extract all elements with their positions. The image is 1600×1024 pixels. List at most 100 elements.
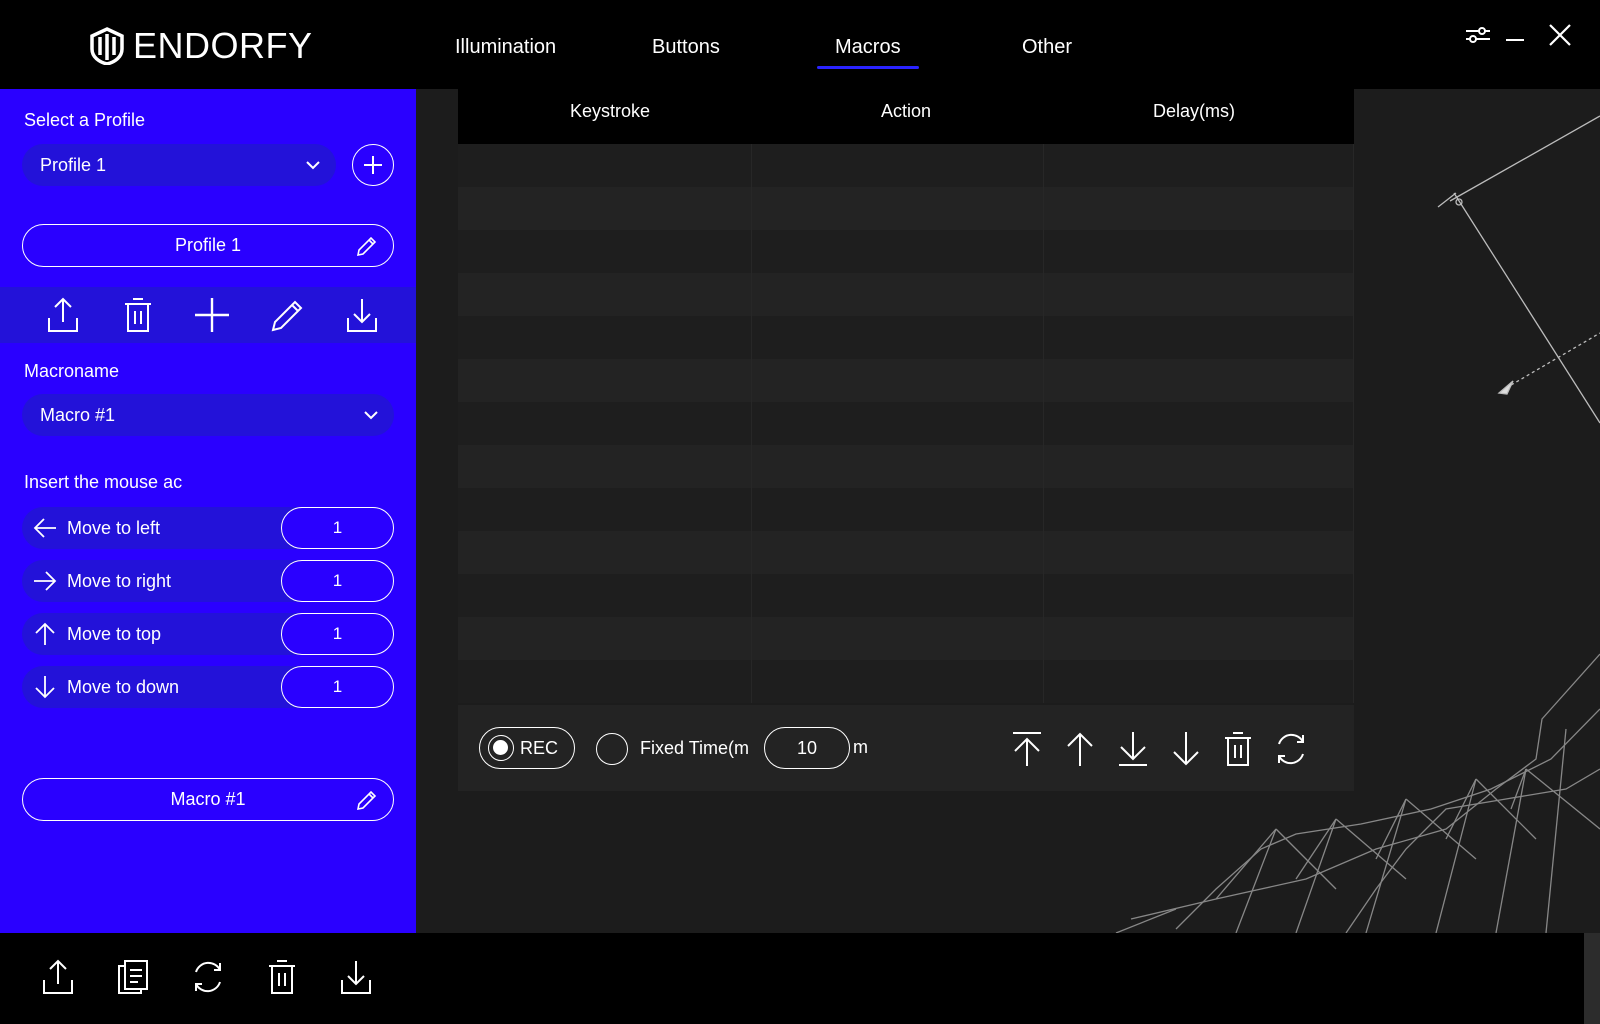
table-cell — [752, 230, 1044, 273]
chevron-down-icon — [364, 411, 378, 420]
table-row — [458, 187, 1354, 230]
table-cell — [752, 574, 1044, 617]
table-cell — [1044, 187, 1354, 230]
table-row — [458, 531, 1354, 574]
export-icon[interactable] — [43, 295, 83, 335]
tab-macros-label: Macros — [835, 36, 901, 58]
table-cell — [458, 187, 752, 230]
column-action: Action — [880, 101, 932, 121]
move-right-input[interactable]: 1 — [281, 560, 394, 602]
arrow-left-icon — [33, 518, 56, 538]
move-to-top-icon[interactable] — [1007, 729, 1047, 769]
table-cell — [1044, 144, 1354, 187]
macroname-label: Macroname — [24, 361, 120, 381]
delete-icon[interactable] — [118, 295, 158, 335]
add-icon[interactable] — [192, 295, 232, 335]
table-cell — [458, 230, 752, 273]
fixed-time-radio[interactable] — [596, 733, 628, 765]
macro-table-header: Keystroke Action Delay(ms) — [458, 89, 1354, 144]
table-cell — [458, 617, 752, 660]
fixed-time-input[interactable]: 10 — [764, 727, 850, 769]
move-left-label: Move to left — [67, 518, 161, 538]
table-row — [458, 144, 1354, 187]
table-cell — [458, 488, 752, 531]
move-top-label: Move to top — [67, 624, 162, 644]
tab-macros[interactable]: Macros — [817, 36, 919, 69]
export-icon[interactable] — [36, 955, 80, 999]
table-cell — [458, 574, 752, 617]
arrow-up-icon — [35, 622, 55, 645]
chevron-down-icon — [306, 161, 320, 170]
macro-table: Keystroke Action Delay(ms) — [458, 89, 1354, 703]
table-cell — [752, 402, 1044, 445]
import-icon[interactable] — [334, 955, 378, 999]
table-cell — [1044, 660, 1354, 703]
move-up-icon[interactable] — [1060, 729, 1100, 769]
move-right-row[interactable]: Move to right 1 — [22, 560, 394, 602]
table-cell — [1044, 488, 1354, 531]
move-top-input[interactable]: 1 — [281, 613, 394, 655]
move-left-row[interactable]: Move to left 1 — [22, 507, 394, 549]
table-cell — [1044, 574, 1354, 617]
move-right-label: Move to right — [67, 571, 172, 591]
profile-name-button[interactable]: Profile 1 — [22, 224, 394, 267]
mouse-action-label: Insert the mouse ac — [24, 472, 183, 492]
table-cell — [1044, 445, 1354, 488]
table-cell — [752, 617, 1044, 660]
bottom-toolbar — [0, 933, 1600, 1024]
move-to-bottom-icon[interactable] — [1113, 729, 1153, 769]
import-icon[interactable] — [342, 295, 382, 335]
rec-label: REC — [520, 737, 559, 758]
table-cell — [458, 273, 752, 316]
rec-button[interactable]: REC — [479, 727, 575, 769]
table-cell — [752, 445, 1044, 488]
table-row — [458, 445, 1354, 488]
table-row — [458, 359, 1354, 402]
refresh-icon[interactable] — [1271, 729, 1311, 769]
profile-toolbar — [0, 287, 416, 343]
table-cell — [458, 402, 752, 445]
table-cell — [1044, 402, 1354, 445]
refresh-icon[interactable] — [186, 955, 230, 999]
table-row — [458, 230, 1354, 273]
move-top-row[interactable]: Move to top 1 — [22, 613, 394, 655]
table-cell — [1044, 617, 1354, 660]
table-cell — [458, 316, 752, 359]
copy-icon[interactable] — [111, 955, 155, 999]
pencil-icon — [356, 236, 377, 257]
move-down-input[interactable]: 1 — [281, 666, 394, 708]
tab-other[interactable]: Other — [1022, 36, 1072, 59]
move-down-row[interactable]: Move to down 1 — [22, 666, 394, 708]
edit-icon[interactable] — [268, 295, 308, 335]
macro-select-value: Macro #1 — [40, 404, 116, 425]
table-cell — [458, 531, 752, 574]
move-left-input[interactable]: 1 — [281, 507, 394, 549]
settings-sliders-icon[interactable] — [1461, 18, 1495, 52]
pencil-icon — [356, 790, 377, 811]
column-keystroke: Keystroke — [569, 101, 651, 121]
macro-table-body — [458, 144, 1354, 703]
table-cell — [458, 445, 752, 488]
delete-icon[interactable] — [1218, 729, 1258, 769]
profile-select[interactable]: Profile 1 — [22, 144, 336, 186]
macro-select[interactable]: Macro #1 — [22, 394, 394, 436]
table-cell — [752, 359, 1044, 402]
table-cell — [752, 660, 1044, 703]
macro-name-button[interactable]: Macro #1 — [22, 778, 394, 821]
minimize-icon[interactable] — [1498, 18, 1532, 52]
add-profile-button[interactable] — [352, 144, 394, 186]
scrollbar[interactable] — [1584, 933, 1600, 1024]
move-down-icon[interactable] — [1166, 729, 1206, 769]
tab-illumination[interactable]: Illumination — [455, 36, 556, 59]
fixed-time-label: Fixed Time(m — [640, 738, 750, 758]
endorfy-logo-icon — [90, 27, 124, 65]
tab-buttons[interactable]: Buttons — [652, 36, 720, 59]
table-cell — [458, 359, 752, 402]
table-cell — [1044, 316, 1354, 359]
table-row — [458, 488, 1354, 531]
table-row — [458, 617, 1354, 660]
profile-select-value: Profile 1 — [40, 154, 107, 175]
close-icon[interactable] — [1543, 18, 1577, 52]
delete-icon[interactable] — [260, 955, 304, 999]
table-cell — [752, 316, 1044, 359]
